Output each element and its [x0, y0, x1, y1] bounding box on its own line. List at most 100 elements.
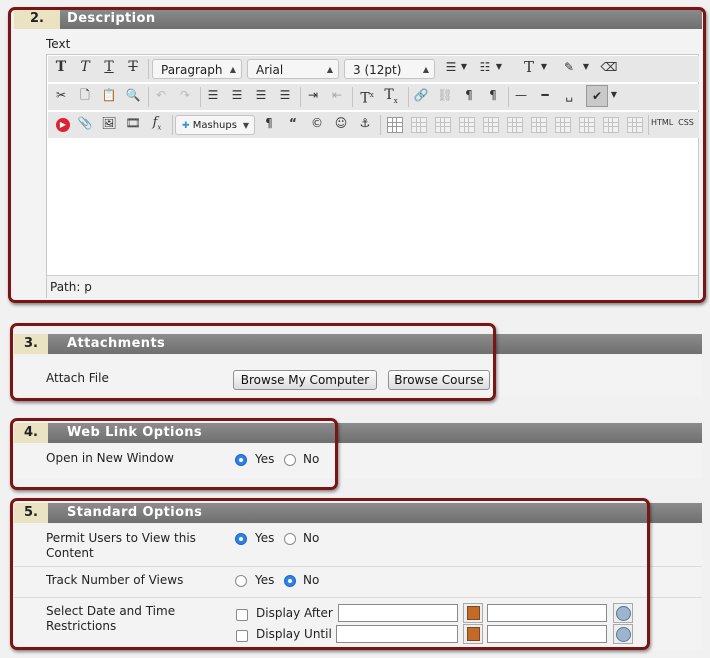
emoticon-icon[interactable]: ☺	[330, 112, 352, 134]
superscript-icon[interactable]: Tx	[356, 84, 378, 107]
display-after-time-input[interactable]	[487, 604, 607, 622]
cut-icon[interactable]: ✂	[50, 84, 72, 106]
section-number: 4.	[14, 423, 48, 443]
space-icon[interactable]: ␣	[558, 84, 580, 106]
table-row-after-icon[interactable]	[435, 117, 451, 133]
track-yes-label: Yes	[255, 573, 275, 587]
clock-icon[interactable]	[613, 603, 633, 623]
table-col-after-icon[interactable]	[507, 117, 523, 133]
table-icon[interactable]	[387, 117, 403, 133]
italic-icon[interactable]: T	[74, 56, 96, 78]
table-merge-icon[interactable]	[579, 117, 595, 133]
anchor-icon[interactable]: ⚓	[354, 112, 376, 134]
browse-course-button[interactable]: Browse Course	[388, 370, 490, 390]
permit-no-radio[interactable]	[284, 533, 296, 545]
table-cell-props-icon[interactable]	[603, 117, 619, 133]
editor-toolbar-row-2: ✂ 🗋 📋 🔍 ↶ ↷ ☰ ☰ ☰ ☰ ⇥ ⇤ Tx Tx 🔗 ⛓ ¶ ¶ — …	[48, 84, 699, 110]
weblink-yes-radio[interactable]	[235, 454, 247, 466]
row-divider	[14, 597, 702, 598]
display-after-checkbox[interactable]	[236, 609, 248, 621]
select-arrow-icon: ▲	[326, 65, 333, 74]
table-delete-col-icon[interactable]	[531, 117, 547, 133]
clock-icon[interactable]	[613, 624, 633, 644]
table-delete-row-icon[interactable]	[459, 117, 475, 133]
display-until-time-input[interactable]	[487, 625, 607, 643]
align-center-icon[interactable]: ☰	[226, 84, 248, 106]
indent-icon[interactable]: ⇥	[302, 84, 324, 106]
paste-icon[interactable]: 📋	[98, 84, 120, 106]
calendar-icon[interactable]	[463, 603, 483, 623]
hr-thick-icon[interactable]: ━	[534, 84, 556, 106]
dropdown-arrow-icon[interactable]: ▼	[458, 56, 470, 78]
text-color-icon[interactable]: T	[518, 56, 540, 78]
eraser-icon[interactable]: ⌫	[598, 56, 620, 78]
display-after-date-input[interactable]	[338, 604, 458, 622]
row-divider	[14, 566, 702, 567]
attach-icon[interactable]: 📎	[74, 112, 96, 134]
dropdown-arrow-icon[interactable]: ▼	[580, 56, 592, 78]
quote-icon[interactable]: “	[282, 112, 304, 134]
editor-content-area[interactable]	[48, 141, 698, 275]
dropdown-arrow-icon[interactable]: ▼	[608, 84, 620, 106]
select-arrow-icon: ▼	[242, 121, 249, 130]
rtl-icon[interactable]: ¶	[482, 84, 504, 106]
toolbar-separator	[408, 87, 409, 107]
undo-icon[interactable]: ↶	[150, 84, 172, 106]
table-row-before-icon[interactable]	[411, 117, 427, 133]
align-justify-icon[interactable]: ☰	[274, 84, 296, 106]
unlink-icon[interactable]: ⛓	[434, 84, 456, 106]
highlight-icon[interactable]: ✎	[558, 56, 580, 78]
dropdown-arrow-icon[interactable]: ▼	[538, 56, 550, 78]
weblink-no-radio[interactable]	[284, 454, 296, 466]
toolbar-separator	[172, 115, 173, 135]
table-split-icon[interactable]	[555, 117, 571, 133]
toolbar-separator	[200, 87, 201, 107]
select-arrow-icon: ▲	[422, 65, 429, 74]
track-no-radio[interactable]	[284, 575, 296, 587]
dropdown-arrow-icon[interactable]: ▼	[493, 56, 505, 78]
image-icon[interactable]: 🖼	[98, 112, 120, 134]
format-select[interactable]: Paragraph ▲	[152, 59, 242, 79]
copy-icon[interactable]: 🗋	[74, 84, 96, 106]
table-col-before-icon[interactable]	[483, 117, 499, 133]
font-select[interactable]: Arial ▲	[247, 59, 339, 79]
align-right-icon[interactable]: ☰	[250, 84, 272, 106]
find-icon[interactable]: 🔍	[122, 84, 144, 106]
section-number: 5.	[14, 503, 48, 523]
standard-section-header: 5. Standard Options	[14, 503, 702, 523]
paragraph-mark-icon[interactable]: ¶	[258, 112, 280, 134]
copyright-icon[interactable]: ©	[306, 112, 328, 134]
link-icon[interactable]: 🔗	[410, 84, 432, 106]
html-icon[interactable]: HTML	[651, 112, 673, 134]
hr-icon[interactable]: —	[510, 84, 532, 106]
redo-icon[interactable]: ↷	[174, 84, 196, 106]
strikethrough-icon[interactable]: T	[122, 56, 144, 78]
size-select[interactable]: 3 (12pt) ▲	[344, 59, 435, 79]
font-select-value: Arial	[256, 63, 284, 77]
spellcheck-icon[interactable]: ✔	[586, 85, 608, 107]
section-number: 2.	[14, 9, 60, 29]
youtube-icon[interactable]: ▶	[52, 112, 74, 134]
size-select-value: 3 (12pt)	[353, 63, 402, 77]
bold-icon[interactable]: T	[50, 56, 72, 78]
table-row-props-icon[interactable]	[627, 117, 643, 133]
media-icon[interactable]: 🎞	[122, 112, 144, 134]
weblink-no-label: No	[303, 452, 320, 466]
track-yes-radio[interactable]	[235, 575, 247, 587]
ltr-icon[interactable]: ¶	[458, 84, 480, 106]
calendar-icon[interactable]	[463, 624, 483, 644]
permit-yes-label: Yes	[255, 531, 275, 545]
permit-yes-radio[interactable]	[235, 533, 247, 545]
mashups-select[interactable]: ✚ Mashups ▼	[175, 115, 255, 135]
mashups-label: Mashups	[192, 120, 237, 131]
align-left-icon[interactable]: ☰	[202, 84, 224, 106]
display-after-label: Display After	[256, 606, 333, 620]
subscript-icon[interactable]: Tx	[380, 84, 402, 106]
outdent-icon[interactable]: ⇤	[326, 84, 348, 106]
formula-icon[interactable]: fx	[146, 112, 168, 134]
browse-my-computer-button[interactable]: Browse My Computer	[233, 370, 377, 390]
underline-icon[interactable]: T	[98, 56, 120, 78]
css-icon[interactable]: CSS	[675, 112, 697, 134]
display-until-date-input[interactable]	[336, 625, 458, 643]
display-until-checkbox[interactable]	[236, 630, 248, 642]
